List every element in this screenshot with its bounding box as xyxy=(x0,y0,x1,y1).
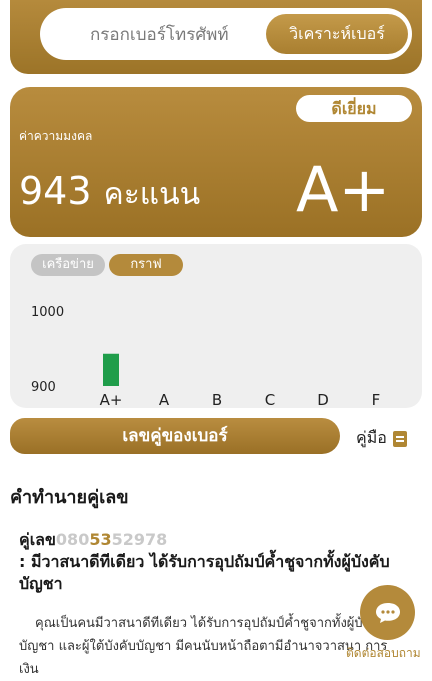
tab-network[interactable]: เครือข่าย xyxy=(31,254,105,276)
y-tick-label: 1000 xyxy=(31,305,64,320)
x-tick-label: A xyxy=(159,391,170,408)
search-box: วิเคราะห์เบอร์ xyxy=(40,8,412,60)
phone-highlight: 53 xyxy=(89,530,112,549)
score-label: ค่าความมงคล xyxy=(19,129,93,143)
book-icon xyxy=(392,430,407,447)
grade-badge: ดีเยี่ยม xyxy=(296,95,412,122)
x-tick-label: D xyxy=(317,391,329,408)
x-tick-label: C xyxy=(265,391,275,408)
chart-bar xyxy=(103,353,119,386)
tab-graph[interactable]: กราฟ xyxy=(109,254,183,276)
chat-label[interactable]: ติดต่อสอบถาม xyxy=(346,644,421,663)
phone-number-input[interactable] xyxy=(88,23,282,47)
score-card: ดีเยี่ยม ค่าความมงคล 943 คะแนน A+ xyxy=(10,87,422,237)
y-tick-label: 900 xyxy=(31,380,56,395)
prediction-title: คำทำนายคู่เลข xyxy=(10,487,129,508)
chart-panel: 1000 900 A+ A B C D F เครือข่าย กราฟ xyxy=(10,244,422,408)
number-pairs-section-header: เลขคู่ของเบอร์ xyxy=(10,418,340,454)
manual-link[interactable]: คู่มือ xyxy=(356,426,407,451)
grade-value: A+ xyxy=(296,153,391,226)
pair-meaning: : มีวาสนาดีทีเดียว ได้รับการอุปถัมป์ค้ำช… xyxy=(19,552,390,593)
chat-button[interactable] xyxy=(360,585,415,640)
analyze-number-button[interactable]: วิเคราะห์เบอร์ xyxy=(266,14,408,54)
x-tick-label: B xyxy=(212,391,222,408)
phone-number: 0805352978 xyxy=(56,530,167,549)
search-header: วิเคราะห์เบอร์ xyxy=(10,0,422,74)
chat-bubble-icon xyxy=(375,602,400,623)
phone-part: 52978 xyxy=(111,530,168,549)
manual-label: คู่มือ xyxy=(356,428,387,447)
x-tick-label: A+ xyxy=(100,391,123,408)
phone-part: 080 xyxy=(55,530,90,549)
pair-line: คู่เลข0805352978 xyxy=(19,528,167,553)
score-value: 943 คะแนน xyxy=(19,169,200,217)
pair-prefix: คู่เลข xyxy=(19,530,56,549)
x-tick-label: F xyxy=(372,391,381,408)
pair-description: คุณเป็นคนมีวาสนาดีทีเดียว ได้รับการอุปถั… xyxy=(19,616,388,677)
score-unit: คะแนน xyxy=(103,177,201,212)
score-number: 943 xyxy=(19,169,92,213)
